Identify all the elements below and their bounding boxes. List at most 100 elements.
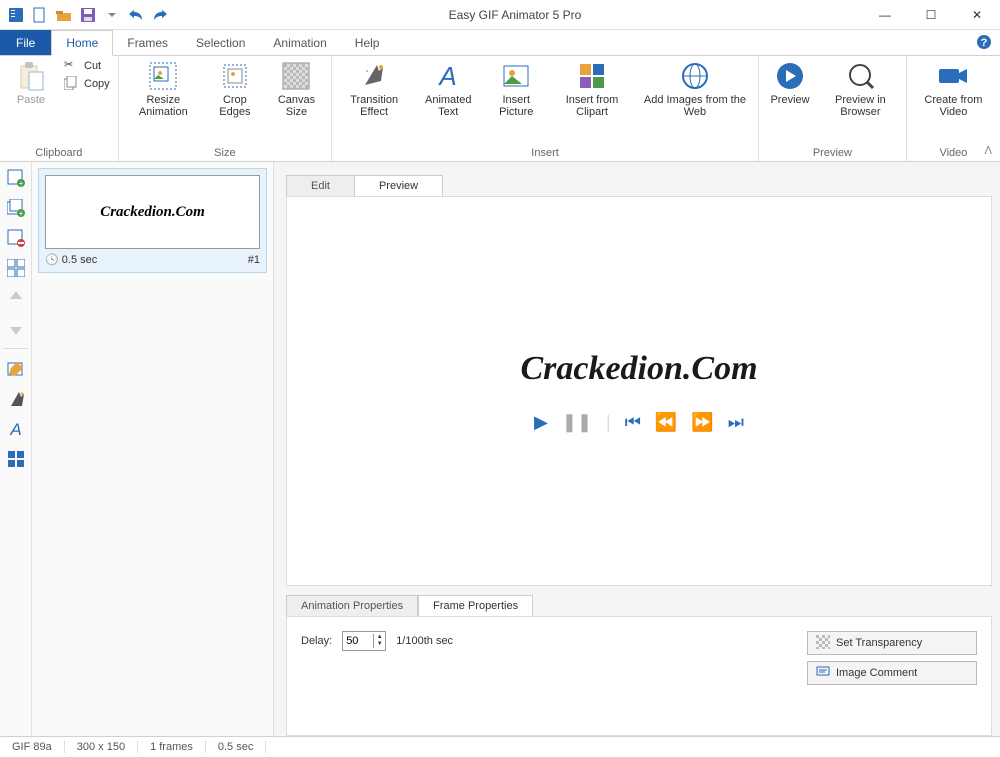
separator: |	[606, 412, 611, 433]
tab-frame-properties[interactable]: Frame Properties	[418, 595, 533, 616]
redo-icon[interactable]	[152, 7, 168, 23]
duplicate-frame-icon[interactable]: +	[6, 198, 26, 218]
animated-text-button[interactable]: A Animated Text	[414, 58, 482, 120]
manage-frames-icon[interactable]	[6, 449, 26, 469]
delete-frame-icon[interactable]	[6, 228, 26, 248]
tab-preview[interactable]: Preview	[354, 175, 443, 196]
preview-area: Crackedion.Com ▶ ❚❚ | ⏮ ⏪ ⏩ ⏭	[286, 196, 992, 586]
status-size: 300 x 150	[65, 741, 138, 753]
image-comment-button[interactable]: Image Comment	[807, 661, 977, 685]
delay-input[interactable]	[343, 635, 373, 647]
svg-text:A: A	[9, 420, 21, 438]
spin-up-icon[interactable]: ▲	[374, 634, 385, 641]
prev-frame-icon[interactable]: ⏪	[655, 412, 677, 433]
open-icon[interactable]	[56, 7, 72, 23]
frame-list: Crackedion.Com 🕓 0.5 sec #1	[32, 162, 274, 736]
main-body: + + A Crackedion.Com 🕓 0.5 sec #1 Edit P…	[0, 162, 1000, 736]
svg-text:+: +	[18, 179, 23, 187]
window-title: Easy GIF Animator 5 Pro	[168, 8, 862, 22]
tab-help[interactable]: Help	[341, 30, 394, 55]
preview-button[interactable]: Preview	[763, 58, 817, 108]
ribbon: Paste ✂Cut Copy Clipboard Resize Animati…	[0, 56, 1000, 162]
paste-button[interactable]: Paste	[4, 58, 58, 108]
status-frames: 1 frames	[138, 741, 206, 753]
move-up-icon[interactable]	[6, 288, 26, 308]
edit-frame-icon[interactable]	[6, 359, 26, 379]
svg-text:A: A	[438, 61, 457, 91]
ribbon-group-clipboard: Paste ✂Cut Copy Clipboard	[0, 56, 119, 161]
scissors-icon: ✂	[64, 58, 80, 74]
preview-browser-button[interactable]: Preview in Browser	[819, 58, 902, 120]
frame-delay: 🕓 0.5 sec	[45, 253, 97, 266]
next-frame-icon[interactable]: ⏩	[691, 412, 713, 433]
play-icon[interactable]: ▶	[534, 412, 548, 433]
transition-effect-button[interactable]: Transition Effect	[336, 58, 412, 120]
save-dropdown-icon[interactable]	[104, 7, 120, 23]
tab-edit[interactable]: Edit	[286, 175, 355, 196]
window-buttons: — ☐ ✕	[862, 0, 1000, 30]
spin-down-icon[interactable]: ▼	[374, 641, 385, 648]
tab-animation[interactable]: Animation	[259, 30, 340, 55]
ribbon-group-insert: Transition Effect A Animated Text Insert…	[332, 56, 759, 161]
cut-button[interactable]: ✂Cut	[64, 58, 110, 74]
canvas-size-button[interactable]: Canvas Size	[266, 58, 327, 120]
insert-clipart-button[interactable]: Insert from Clipart	[550, 58, 634, 120]
save-icon[interactable]	[80, 7, 96, 23]
maximize-button[interactable]: ☐	[908, 0, 954, 30]
delay-spinner[interactable]: ▲▼	[342, 631, 386, 651]
group-label: Video	[911, 145, 996, 161]
ribbon-group-size: Resize Animation Crop Edges Canvas Size …	[119, 56, 332, 161]
undo-icon[interactable]	[128, 7, 144, 23]
first-frame-icon[interactable]: ⏮	[625, 412, 641, 433]
main-panel: Edit Preview Crackedion.Com ▶ ❚❚ | ⏮ ⏪ ⏩…	[274, 162, 1000, 736]
tab-animation-properties[interactable]: Animation Properties	[286, 595, 418, 616]
pause-icon[interactable]: ❚❚	[562, 412, 592, 433]
collapse-ribbon-icon[interactable]: ᐱ	[984, 144, 992, 157]
copy-icon	[64, 76, 80, 92]
tab-selection[interactable]: Selection	[182, 30, 259, 55]
minimize-button[interactable]: —	[862, 0, 908, 30]
menu-bar: File Home Frames Selection Animation Hel…	[0, 30, 1000, 56]
playback-controls: ▶ ❚❚ | ⏮ ⏪ ⏩ ⏭	[534, 412, 744, 433]
close-button[interactable]: ✕	[954, 0, 1000, 30]
status-duration: 0.5 sec	[206, 741, 266, 753]
move-down-icon[interactable]	[6, 318, 26, 338]
insert-frames-icon[interactable]	[6, 258, 26, 278]
text-icon[interactable]: A	[6, 419, 26, 439]
delay-unit: 1/100th sec	[396, 635, 453, 647]
separator	[3, 348, 28, 349]
resize-animation-button[interactable]: Resize Animation	[123, 58, 204, 120]
app-icon	[8, 7, 24, 23]
group-label: Clipboard	[4, 145, 114, 161]
set-transparency-button[interactable]: Set Transparency	[807, 631, 977, 655]
help-icon[interactable]: ?	[976, 34, 992, 55]
svg-text:?: ?	[981, 37, 988, 49]
last-frame-icon[interactable]: ⏭	[728, 412, 744, 433]
prop-tabbar: Animation Properties Frame Properties	[286, 592, 992, 616]
status-format: GIF 89a	[0, 741, 65, 753]
group-label: Preview	[763, 145, 902, 161]
frame-thumbnail: Crackedion.Com	[45, 175, 260, 249]
frame-card-1[interactable]: Crackedion.Com 🕓 0.5 sec #1	[38, 168, 267, 273]
main-tabbar: Edit Preview	[274, 172, 1000, 196]
quick-access-toolbar	[0, 7, 168, 23]
ribbon-group-preview: Preview Preview in Browser Preview	[759, 56, 907, 161]
create-from-video-button[interactable]: Create from Video	[911, 58, 996, 120]
insert-picture-button[interactable]: Insert Picture	[484, 58, 548, 120]
crop-edges-button[interactable]: Crop Edges	[206, 58, 264, 120]
frame-index: #1	[248, 254, 260, 266]
clock-icon: 🕓	[45, 254, 59, 266]
group-label: Size	[123, 145, 327, 161]
add-blank-frame-icon[interactable]: +	[6, 168, 26, 188]
comment-icon	[816, 665, 830, 682]
copy-button[interactable]: Copy	[64, 76, 110, 92]
group-label: Insert	[336, 145, 754, 161]
file-menu[interactable]: File	[0, 30, 51, 55]
add-from-web-button[interactable]: Add Images from the Web	[636, 58, 754, 120]
tab-frames[interactable]: Frames	[113, 30, 182, 55]
new-icon[interactable]	[32, 7, 48, 23]
properties-panel: Animation Properties Frame Properties De…	[286, 592, 992, 736]
effects-icon[interactable]	[6, 389, 26, 409]
delay-label: Delay:	[301, 635, 332, 647]
tab-home[interactable]: Home	[51, 30, 113, 56]
